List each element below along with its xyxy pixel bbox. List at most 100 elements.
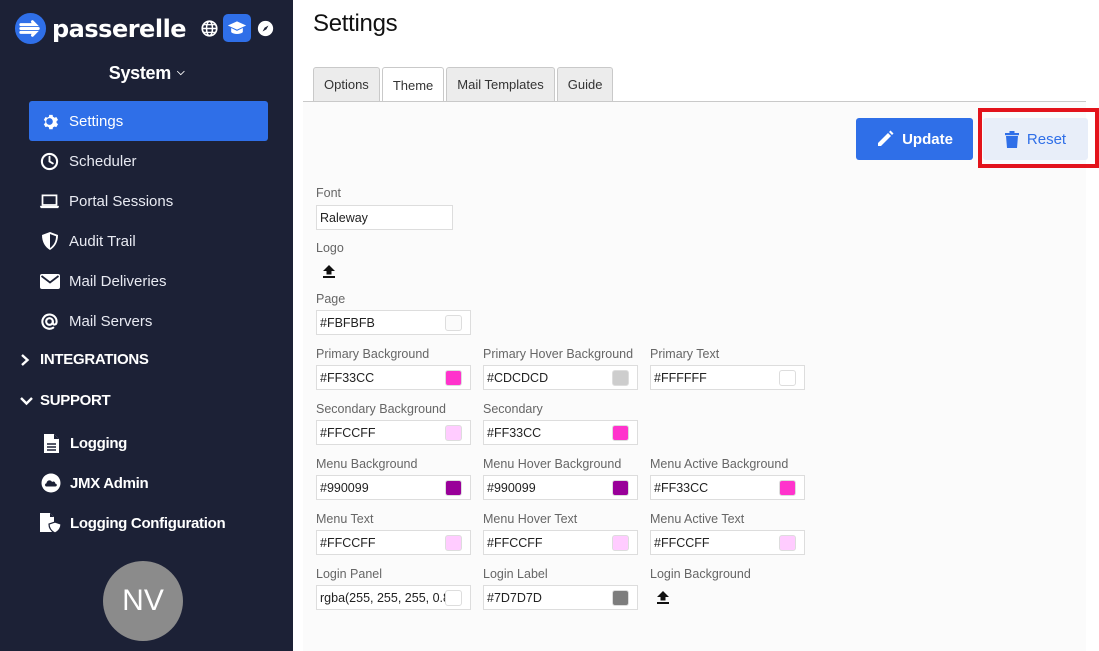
- main-content: Settings Options Theme Mail Templates Gu…: [293, 0, 1099, 651]
- page-color-swatch[interactable]: [445, 315, 462, 331]
- login-label-input[interactable]: #7D7D7D: [483, 585, 638, 610]
- menu-background-value: #990099: [320, 480, 369, 495]
- graduation-cap-icon[interactable]: [223, 14, 251, 42]
- secondary-background-input[interactable]: #FFCCFF: [316, 420, 471, 445]
- login-label-value: #7D7D7D: [487, 590, 542, 605]
- menu-text-input[interactable]: #FFCCFF: [316, 530, 471, 555]
- menu-hover-background-value: #990099: [487, 480, 536, 495]
- menu-background-swatch[interactable]: [445, 480, 462, 496]
- menu-active-text-input[interactable]: #FFCCFF: [650, 530, 805, 555]
- primary-background-value: #FF33CC: [320, 370, 375, 385]
- primary-background-input[interactable]: #FF33CC: [316, 365, 471, 390]
- primary-hover-background-input[interactable]: #CDCDCD: [483, 365, 638, 390]
- menu-active-background-label: Menu Active Background: [650, 457, 789, 471]
- sidebar-item-label: Audit Trail: [69, 232, 136, 250]
- login-panel-swatch[interactable]: [445, 590, 462, 606]
- secondary-background-swatch[interactable]: [445, 425, 462, 441]
- sidebar-item-label: Portal Sessions: [69, 192, 174, 210]
- menu-hover-text-swatch[interactable]: [612, 535, 629, 551]
- primary-text-label: Primary Text: [650, 347, 720, 361]
- secondary-value: #FF33CC: [487, 425, 542, 440]
- tab-theme[interactable]: Theme: [381, 67, 445, 102]
- login-label-label: Login Label: [483, 567, 548, 581]
- tab-options[interactable]: Options: [313, 67, 380, 101]
- avatar[interactable]: NV: [103, 561, 183, 641]
- reset-highlight-box: [978, 108, 1099, 168]
- page-color-label: Page: [316, 292, 346, 306]
- primary-text-swatch[interactable]: [779, 370, 796, 386]
- sidebar-item-logging-configuration[interactable]: Logging Configuration: [40, 512, 226, 534]
- brand[interactable]: passerelle: [14, 12, 187, 45]
- primary-text-input[interactable]: #FFFFFF: [650, 365, 805, 390]
- secondary-input[interactable]: #FF33CC: [483, 420, 638, 445]
- menu-hover-text-input[interactable]: #FFCCFF: [483, 530, 638, 555]
- menu-active-background-input[interactable]: #FF33CC: [650, 475, 805, 500]
- menu-hover-background-input[interactable]: #990099: [483, 475, 638, 500]
- section-integrations-label: INTEGRATIONS: [40, 351, 149, 368]
- sidebar-item-audit-trail[interactable]: Audit Trail: [29, 221, 268, 261]
- logo-upload-icon[interactable]: [322, 264, 336, 278]
- login-label-swatch[interactable]: [612, 590, 629, 606]
- chevron-down-icon: [20, 396, 34, 406]
- system-dropdown[interactable]: System ⌵: [0, 63, 293, 84]
- login-background-upload-icon[interactable]: [656, 590, 670, 604]
- menu-hover-text-label: Menu Hover Text: [483, 512, 578, 526]
- menu-active-text-label: Menu Active Text: [650, 512, 745, 526]
- cloud-icon: [40, 472, 62, 494]
- sidebar: passerelle System ⌵ Settings Scheduler Po…: [0, 0, 293, 651]
- menu-active-background-value: #FF33CC: [654, 480, 709, 495]
- envelope-icon: [39, 271, 60, 292]
- login-background-label: Login Background: [650, 567, 751, 581]
- login-panel-label: Login Panel: [316, 567, 383, 581]
- page-color-input[interactable]: #FBFBFB: [316, 310, 471, 335]
- menu-text-label: Menu Text: [316, 512, 374, 526]
- sidebar-item-jmx-admin[interactable]: JMX Admin: [40, 472, 149, 494]
- login-panel-input[interactable]: rgba(255, 255, 255, 0.85): [316, 585, 471, 610]
- globe-icon[interactable]: [199, 18, 219, 38]
- chevron-down-icon: ⌵: [176, 67, 185, 78]
- primary-background-label: Primary Background: [316, 347, 430, 361]
- font-input[interactable]: Raleway: [316, 205, 453, 230]
- update-button[interactable]: Update: [856, 118, 973, 160]
- file-shield-icon: [40, 512, 62, 534]
- menu-text-swatch[interactable]: [445, 535, 462, 551]
- sidebar-item-label: JMX Admin: [70, 474, 149, 492]
- sidebar-item-mail-deliveries[interactable]: Mail Deliveries: [29, 261, 268, 301]
- clock-icon: [39, 151, 60, 172]
- secondary-label: Secondary: [483, 402, 543, 416]
- sidebar-item-logging[interactable]: Logging: [40, 432, 127, 454]
- menu-hover-background-swatch[interactable]: [612, 480, 629, 496]
- brand-name: passerelle: [52, 14, 187, 43]
- sidebar-item-settings[interactable]: Settings: [29, 101, 268, 141]
- sidebar-item-mail-servers[interactable]: Mail Servers: [29, 301, 268, 341]
- secondary-swatch[interactable]: [612, 425, 629, 441]
- menu-hover-background-label: Menu Hover Background: [483, 457, 622, 471]
- top-icons: [199, 14, 275, 42]
- section-integrations[interactable]: INTEGRATIONS: [20, 351, 149, 368]
- secondary-background-label: Secondary Background: [316, 402, 446, 416]
- menu-background-input[interactable]: #990099: [316, 475, 471, 500]
- primary-hover-background-label: Primary Hover Background: [483, 347, 634, 361]
- sidebar-item-label: Scheduler: [69, 152, 137, 170]
- compass-icon[interactable]: [255, 18, 275, 38]
- sidebar-item-scheduler[interactable]: Scheduler: [29, 141, 268, 181]
- logo-label: Logo: [316, 241, 344, 255]
- menu-hover-text-value: #FFCCFF: [487, 535, 543, 550]
- login-panel-value: rgba(255, 255, 255, 0.85): [320, 590, 462, 605]
- primary-background-swatch[interactable]: [445, 370, 462, 386]
- passerelle-logo-icon: [14, 12, 47, 45]
- menu-active-text-swatch[interactable]: [779, 535, 796, 551]
- sidebar-item-label: Settings: [69, 112, 124, 130]
- section-support[interactable]: SUPPORT: [20, 392, 111, 409]
- chevron-right-icon: [20, 353, 34, 366]
- tab-mail-templates[interactable]: Mail Templates: [446, 67, 555, 101]
- primary-hover-background-swatch[interactable]: [612, 370, 629, 386]
- sidebar-item-portal-sessions[interactable]: Portal Sessions: [29, 181, 268, 221]
- section-support-label: SUPPORT: [40, 392, 111, 409]
- at-icon: [39, 311, 60, 332]
- page-title: Settings: [313, 10, 398, 37]
- secondary-background-value: #FFCCFF: [320, 425, 376, 440]
- primary-text-value: #FFFFFF: [654, 370, 707, 385]
- menu-active-background-swatch[interactable]: [779, 480, 796, 496]
- tab-guide[interactable]: Guide: [556, 67, 614, 101]
